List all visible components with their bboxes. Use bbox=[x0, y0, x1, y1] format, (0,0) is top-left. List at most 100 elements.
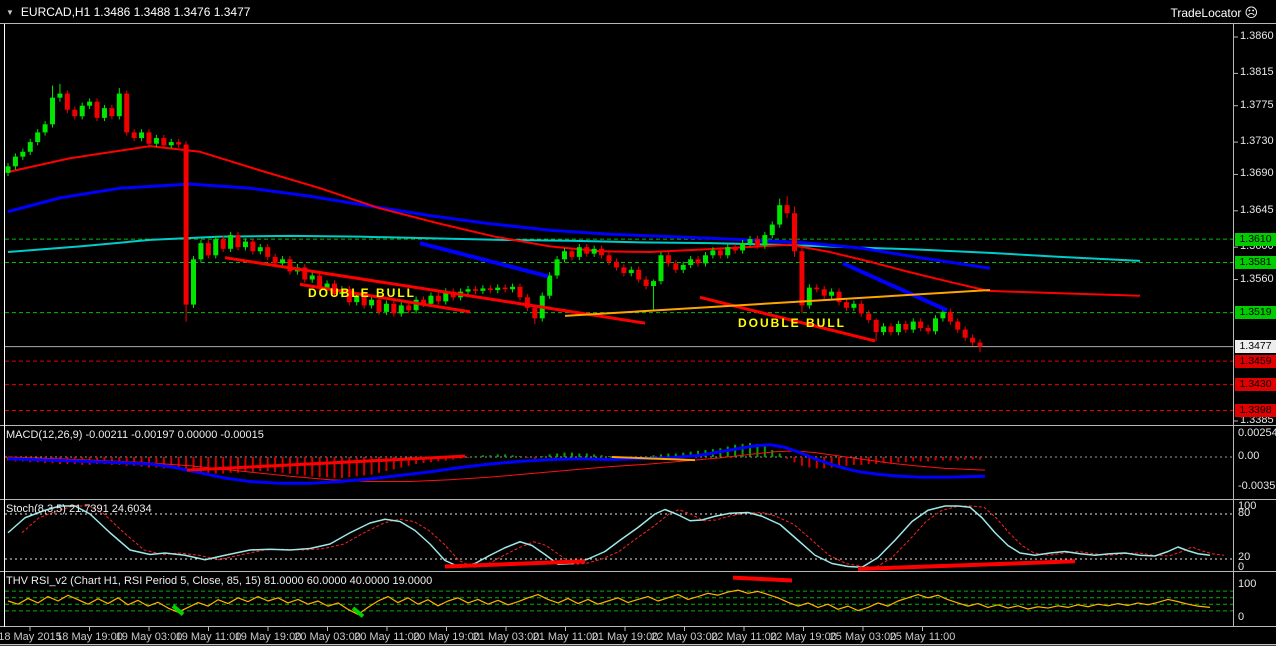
candle-body bbox=[940, 311, 946, 319]
candle-body bbox=[962, 329, 968, 338]
candle-body bbox=[153, 138, 159, 144]
candle-body bbox=[161, 138, 167, 146]
candle-body bbox=[673, 263, 679, 270]
candle-body bbox=[717, 250, 723, 256]
candle-body bbox=[265, 247, 271, 257]
candle-body bbox=[873, 319, 879, 333]
candle-body bbox=[792, 213, 798, 252]
time-axis-label: 21 May 03:00 bbox=[472, 631, 540, 643]
time-axis-label: 20 May 11:00 bbox=[354, 631, 420, 643]
candle-body bbox=[881, 326, 887, 333]
candle-body bbox=[406, 305, 412, 311]
candle-body bbox=[740, 243, 746, 251]
candle-body bbox=[287, 259, 293, 272]
candle-body bbox=[821, 289, 827, 296]
blue-trendline bbox=[842, 261, 948, 313]
time-axis-label: 22 May 19:00 bbox=[770, 631, 837, 643]
candle-body bbox=[576, 247, 582, 257]
candle-body bbox=[42, 124, 48, 133]
candle-body bbox=[955, 321, 961, 330]
time-axis-label: 19 May 03:00 bbox=[115, 631, 183, 643]
candle-body bbox=[636, 269, 642, 280]
candle-body bbox=[925, 328, 931, 332]
red-trendline bbox=[224, 256, 646, 325]
candle-body bbox=[191, 259, 196, 305]
candle-body bbox=[309, 275, 315, 280]
candle-body bbox=[910, 321, 916, 330]
candle-body bbox=[888, 326, 894, 333]
double-bull-annotation: DOUBLE BULL bbox=[308, 286, 416, 300]
candle-body bbox=[116, 93, 122, 117]
candle-body bbox=[79, 105, 85, 117]
macd-axis-label: -0.00351 bbox=[1238, 480, 1276, 492]
candle-body bbox=[480, 288, 486, 291]
candle-body bbox=[658, 255, 664, 282]
candle-body bbox=[613, 261, 619, 268]
chart-canvas[interactable] bbox=[0, 0, 1276, 646]
candle-body bbox=[628, 269, 634, 274]
candle-body bbox=[250, 241, 256, 252]
candle-body bbox=[562, 251, 567, 260]
candle-body bbox=[398, 305, 404, 314]
candle-body bbox=[725, 247, 731, 256]
time-axis-label: 18 May 19:00 bbox=[56, 631, 123, 643]
candle-body bbox=[591, 248, 597, 254]
candle-body bbox=[383, 303, 389, 312]
price-badge-bid: 1.3477 bbox=[1235, 340, 1276, 354]
price-axis-label: 1.3775 bbox=[1240, 98, 1274, 111]
candle-body bbox=[599, 248, 605, 256]
candle-body bbox=[198, 243, 204, 260]
candle-body bbox=[665, 255, 671, 264]
candle-body bbox=[843, 302, 849, 308]
time-axis-label: 21 May 11:00 bbox=[532, 631, 599, 643]
candle-body bbox=[799, 251, 805, 306]
candle-body bbox=[651, 281, 657, 286]
time-axis-label: 21 May 19:00 bbox=[591, 631, 659, 643]
stoch-d-line bbox=[21, 505, 1225, 568]
candle-body bbox=[50, 97, 56, 125]
candle-body bbox=[472, 289, 478, 291]
candle-body bbox=[851, 303, 857, 308]
candle-body bbox=[829, 291, 835, 296]
candle-body bbox=[205, 243, 211, 256]
time-axis-label: 19 May 19:00 bbox=[234, 631, 302, 643]
rsi-red-mark bbox=[732, 575, 793, 583]
candle-body bbox=[139, 132, 145, 139]
watermark-text: TradeLocator bbox=[1170, 6, 1242, 20]
symbol-dropdown-icon[interactable]: ▼ bbox=[6, 8, 14, 17]
price-badge-green: 1.3581 bbox=[1235, 256, 1276, 270]
candle-body bbox=[569, 251, 575, 257]
candle-body bbox=[413, 299, 419, 311]
candle-body bbox=[5, 166, 11, 173]
candle-body bbox=[806, 287, 812, 306]
candle-body bbox=[754, 239, 760, 246]
time-axis-label: 25 May 11:00 bbox=[889, 631, 956, 643]
time-axis-label: 20 May 03:00 bbox=[294, 631, 361, 643]
stoch-axis-label: 80 bbox=[1238, 507, 1251, 519]
blue-trendline bbox=[419, 241, 549, 279]
candle-body bbox=[235, 235, 241, 248]
macd-axis-label: 0.00254 bbox=[1238, 427, 1276, 439]
candle-body bbox=[895, 323, 901, 333]
candle-body bbox=[72, 109, 78, 117]
candle-body bbox=[547, 275, 553, 296]
candle-body bbox=[391, 303, 397, 314]
time-axis-label: 22 May 03:00 bbox=[651, 631, 718, 643]
price-axis-label: 1.3860 bbox=[1240, 30, 1274, 42]
candle-body bbox=[20, 151, 26, 157]
candle-body bbox=[176, 142, 182, 145]
candle-body bbox=[502, 287, 508, 290]
candle-body bbox=[836, 291, 842, 303]
candle-body bbox=[747, 239, 753, 244]
candle-body bbox=[784, 205, 790, 214]
candle-body bbox=[213, 239, 219, 256]
candle-body bbox=[109, 108, 115, 117]
candle-body bbox=[465, 289, 471, 292]
price-badge-red: 1.3459 bbox=[1235, 354, 1276, 368]
candle-body bbox=[769, 224, 775, 236]
candle-body bbox=[124, 93, 130, 133]
candle-body bbox=[94, 101, 100, 118]
candle-body bbox=[510, 286, 516, 290]
candle-body bbox=[621, 267, 627, 274]
mt4-chart-window: ▼ EURCAD,H1 1.3486 1.3488 1.3476 1.3477 T… bbox=[0, 0, 1276, 646]
